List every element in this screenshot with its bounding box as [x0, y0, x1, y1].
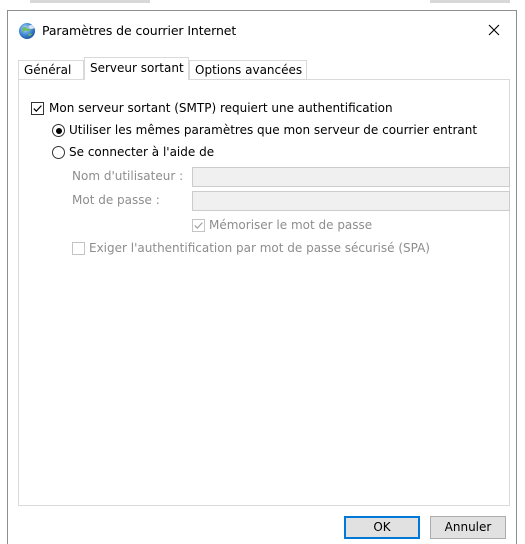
password-label: Mot de passe :: [72, 193, 160, 207]
internet-email-settings-dialog: Paramètres de courrier Internet Général …: [7, 10, 517, 544]
tab-outgoing-server[interactable]: Serveur sortant: [84, 57, 189, 80]
checkmark-icon: [194, 222, 203, 229]
tab-strip: Général Serveur sortant Options avancées: [18, 57, 510, 80]
close-button[interactable]: [472, 11, 516, 49]
log-on-using-radio[interactable]: [52, 146, 65, 159]
background-window-edge: [0, 0, 525, 10]
same-settings-radio[interactable]: [52, 124, 65, 137]
log-on-using-label[interactable]: Se connecter à l'aide de: [69, 145, 214, 159]
same-settings-label[interactable]: Utiliser les mêmes paramètres que mon se…: [69, 123, 477, 137]
cancel-button[interactable]: Annuler: [430, 516, 506, 539]
username-input[interactable]: [192, 167, 510, 187]
outlook-globe-icon: [18, 22, 36, 40]
close-icon: [488, 24, 500, 36]
remember-password-label[interactable]: Mémoriser le mot de passe: [209, 218, 372, 232]
ok-button[interactable]: OK: [344, 516, 420, 539]
title-bar[interactable]: Paramètres de courrier Internet: [8, 11, 516, 51]
username-label: Nom d'utilisateur :: [72, 169, 184, 183]
smtp-auth-checkbox[interactable]: [31, 102, 44, 115]
outgoing-server-panel: Mon serveur sortant (SMTP) requiert une …: [18, 79, 510, 506]
spa-label[interactable]: Exiger l'authentification par mot de pas…: [89, 241, 430, 255]
window-title: Paramètres de courrier Internet: [42, 23, 237, 38]
radio-selected-dot: [55, 127, 62, 134]
tab-advanced-options[interactable]: Options avancées: [189, 60, 307, 79]
remember-password-checkbox[interactable]: [192, 219, 205, 232]
smtp-auth-label[interactable]: Mon serveur sortant (SMTP) requiert une …: [49, 101, 393, 115]
spa-checkbox[interactable]: [72, 242, 85, 255]
tab-general[interactable]: Général: [18, 60, 84, 79]
checkmark-icon: [33, 105, 42, 112]
password-input[interactable]: [192, 191, 510, 211]
